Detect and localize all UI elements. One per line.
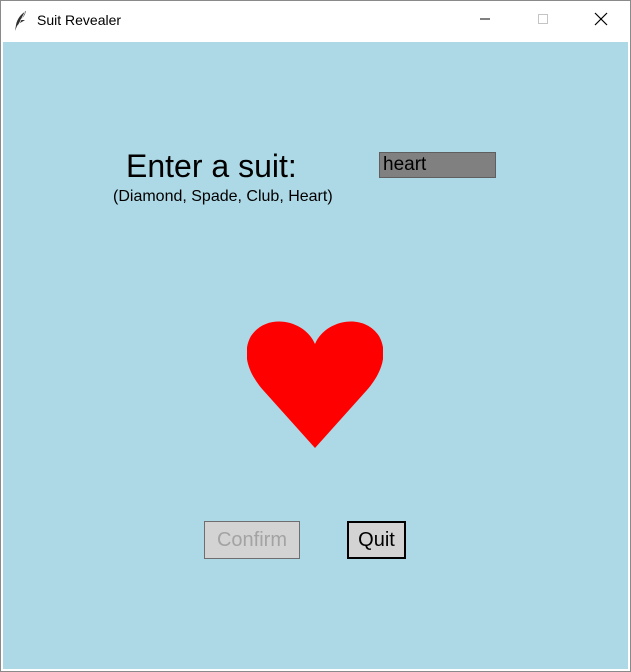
app-window: Suit Revealer Enter a suit: (Diamond, Sp… [0, 0, 631, 672]
prompt-label: Enter a suit: [126, 148, 297, 184]
close-icon [594, 12, 608, 31]
confirm-button[interactable]: Confirm [204, 521, 300, 559]
main-panel: Enter a suit: (Diamond, Spade, Club, Hea… [3, 42, 628, 669]
suit-options-hint: (Diamond, Spade, Club, Heart) [113, 188, 333, 205]
maximize-icon [537, 12, 549, 30]
minimize-button[interactable] [456, 1, 514, 41]
quit-button[interactable]: Quit [347, 521, 406, 559]
minimize-icon [479, 12, 491, 30]
title-bar[interactable]: Suit Revealer [1, 1, 630, 41]
heart-icon [246, 314, 384, 448]
maximize-button[interactable] [514, 1, 572, 41]
suit-input[interactable] [379, 152, 496, 178]
feather-icon [13, 10, 29, 32]
window-title: Suit Revealer [37, 12, 122, 28]
close-button[interactable] [572, 1, 630, 41]
